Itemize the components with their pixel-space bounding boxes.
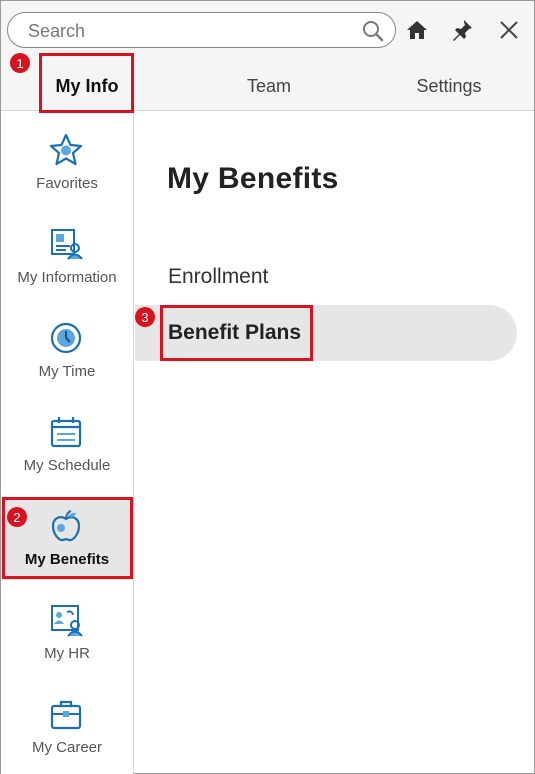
briefcase-icon [48, 696, 84, 732]
sidebar-item-my-hr[interactable]: My HR [1, 594, 133, 674]
sidebar: Favorites My Information My Time My Sche… [1, 112, 134, 774]
sidebar-item-label: Favorites [36, 175, 98, 192]
clock-icon [48, 320, 84, 356]
id-card-icon [48, 226, 84, 262]
sidebar-item-my-career[interactable]: My Career [1, 688, 133, 768]
search-box[interactable] [7, 12, 396, 48]
menu-item-enrollment[interactable]: Enrollment [135, 249, 517, 305]
sidebar-item-label: My Schedule [23, 457, 111, 474]
home-icon[interactable] [404, 17, 430, 43]
star-icon [48, 132, 84, 168]
app-window: My Info Team Settings Favorites [0, 0, 535, 774]
page-title: My Benefits [167, 162, 339, 195]
sidebar-item-label: My Time [38, 363, 96, 380]
search-input[interactable] [28, 19, 358, 43]
hr-people-icon [48, 602, 84, 638]
step-badge-3: 3 [135, 307, 155, 327]
calendar-icon [48, 414, 84, 450]
search-icon[interactable] [361, 19, 385, 43]
sidebar-item-label: My Information [17, 269, 117, 286]
sidebar-item-label: My Career [31, 739, 102, 756]
highlight-box-my-info [39, 53, 134, 113]
sidebar-item-my-time[interactable]: My Time [1, 312, 133, 392]
tab-team[interactable]: Team [219, 61, 319, 111]
tab-settings[interactable]: Settings [399, 61, 499, 111]
close-icon[interactable] [496, 17, 522, 43]
sidebar-item-label: My HR [44, 645, 90, 662]
sidebar-item-favorites[interactable]: Favorites [1, 124, 133, 204]
step-badge-1: 1 [10, 53, 30, 73]
sidebar-item-my-schedule[interactable]: My Schedule [1, 406, 133, 486]
sidebar-item-my-information[interactable]: My Information [1, 218, 133, 298]
step-badge-2: 2 [7, 507, 27, 527]
main-panel: My Benefits Enrollment Benefit Plans [135, 112, 534, 774]
pin-icon[interactable] [449, 17, 475, 43]
highlight-box-benefit-plans [160, 305, 313, 361]
